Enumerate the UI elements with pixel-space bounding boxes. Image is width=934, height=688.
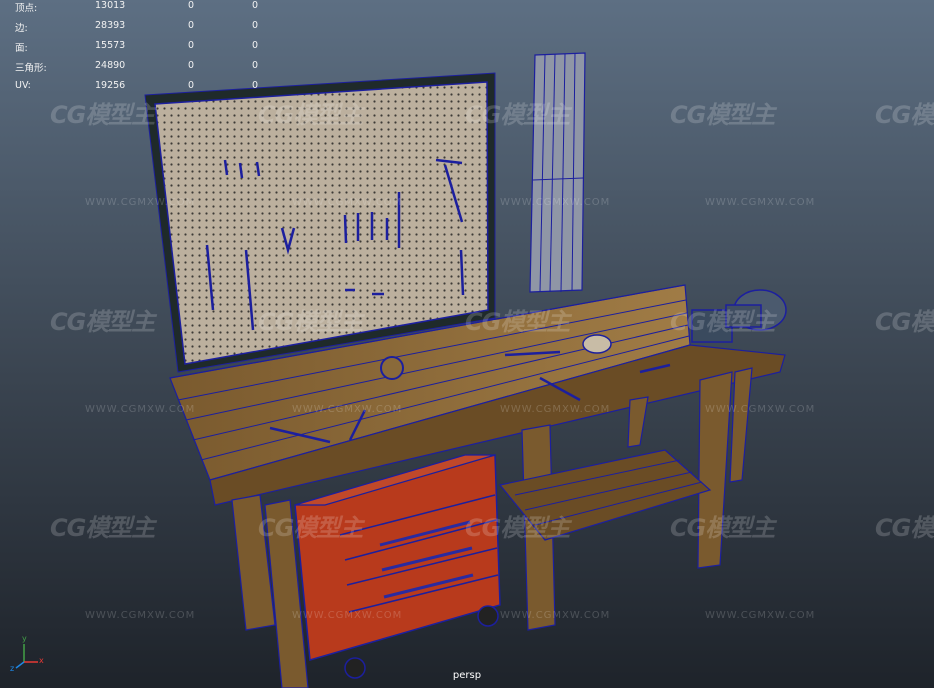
watermark-site: WWW.CGMXW.COM — [85, 404, 196, 415]
hud-label: 面: — [15, 43, 28, 54]
tube-light — [529, 52, 586, 293]
hud-row-edges: 边: 28393 0 0 — [0, 20, 300, 34]
hud-value: 0 — [188, 40, 195, 51]
watermark-logo: CG模型主 — [465, 308, 570, 336]
axis-y-label: y — [22, 634, 27, 643]
hud-value: 0 — [252, 0, 259, 11]
hud-value: 24890 — [95, 60, 126, 71]
watermark-site: WWW.CGMXW.COM — [500, 197, 611, 208]
watermark-logo: CG模型主 — [465, 514, 570, 542]
hud-value: 0 — [188, 80, 195, 91]
watermark-logo: CG模型主 — [50, 101, 155, 129]
watermark-logo: CG模型主 — [258, 101, 363, 129]
watermark-site: WWW.CGMXW.COM — [500, 610, 611, 621]
watermark-logo: CG模型主 — [875, 308, 934, 336]
watermark-logo: CG模型主 — [670, 101, 775, 129]
watermark-logo: CG模型主 — [875, 101, 934, 129]
hud-value: 0 — [252, 60, 259, 71]
hud-label: 三角形: — [15, 63, 47, 74]
watermark-site: WWW.CGMXW.COM — [292, 197, 403, 208]
3d-viewport[interactable]: CG模型主 CG模型主 CG模型主 CG模型主 CG模型主 CG模型主 CG模型… — [0, 0, 934, 688]
hud-label: 边: — [15, 23, 28, 34]
hud-label: UV: — [15, 80, 31, 91]
hud-row-vertices: 顶点: 13013 0 0 — [0, 0, 300, 14]
watermark-logo: CG模型主 — [258, 514, 363, 542]
hud-value: 0 — [252, 40, 259, 51]
watermark-logo: CG模型主 — [670, 514, 775, 542]
watermark-site: WWW.CGMXW.COM — [705, 610, 816, 621]
hud-row-triangles: 三角形: 24890 0 0 — [0, 60, 300, 74]
watermark-logo: CG模型主 — [670, 308, 775, 336]
watermark-site: WWW.CGMXW.COM — [705, 197, 816, 208]
watermark-site: WWW.CGMXW.COM — [705, 404, 816, 415]
watermark-site: WWW.CGMXW.COM — [85, 197, 196, 208]
watermark-site: WWW.CGMXW.COM — [500, 404, 611, 415]
tool-chest — [294, 454, 501, 679]
watermark-site: WWW.CGMXW.COM — [85, 610, 196, 621]
watermark-site: WWW.CGMXW.COM — [292, 404, 403, 415]
hud-value: 0 — [188, 20, 195, 31]
hud-value: 15573 — [95, 40, 126, 51]
hud-value: 13013 — [95, 0, 126, 11]
hud-value: 0 — [252, 80, 259, 91]
hud-row-uv: UV: 19256 0 0 — [0, 80, 300, 94]
hud-row-faces: 面: 15573 0 0 — [0, 40, 300, 54]
camera-name-label: persp — [452, 670, 482, 681]
watermark-logo: CG模型主 — [50, 308, 155, 336]
hud-value: 0 — [188, 0, 195, 11]
hud-label: 顶点: — [15, 3, 38, 14]
hud-value: 28393 — [95, 20, 126, 31]
watermark-logo: CG模型主 — [50, 514, 155, 542]
watermark-logo: CG模型主 — [258, 308, 363, 336]
hud-value: 19256 — [95, 80, 126, 91]
hud-value: 0 — [188, 60, 195, 71]
watermark-logo: CG模型主 — [465, 101, 570, 129]
watermark-logo: CG模型主 — [875, 514, 934, 542]
axis-x-label: x — [39, 656, 44, 665]
watermark-site: WWW.CGMXW.COM — [292, 610, 403, 621]
hud-value: 0 — [252, 20, 259, 31]
